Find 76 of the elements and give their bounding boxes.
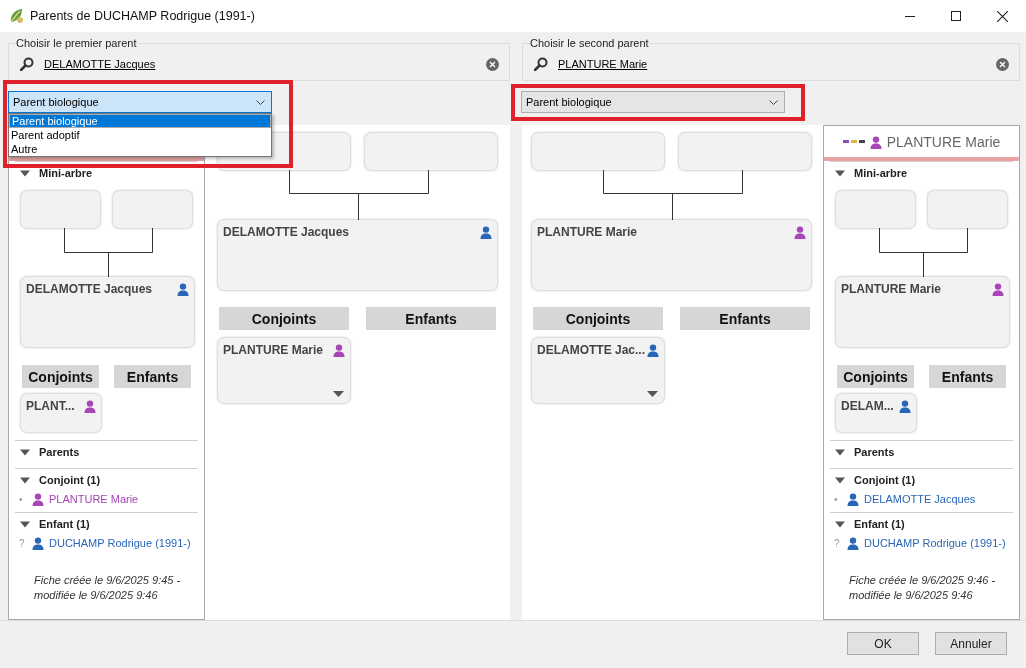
clear-icon[interactable] bbox=[996, 57, 1009, 71]
tree-tab-button[interactable]: Enfants bbox=[680, 307, 810, 330]
tree-tab-button[interactable]: Enfants bbox=[929, 365, 1006, 388]
chevron-down-icon bbox=[769, 99, 778, 105]
section-title[interactable]: Parents bbox=[39, 446, 80, 458]
section-title[interactable]: Conjoint (1) bbox=[854, 474, 916, 486]
picker-label: Choisir le premier parent bbox=[16, 37, 137, 49]
dropdown-option[interactable]: Parent biologique bbox=[9, 114, 271, 128]
card-title: PLANTURE Marie bbox=[886, 133, 1001, 150]
person-name: DELAMOTTE Jacques bbox=[26, 282, 154, 296]
caret-icon[interactable] bbox=[647, 391, 658, 397]
person-card[interactable]: PLANTURE Marie bbox=[836, 277, 1009, 347]
marker: ? bbox=[18, 537, 26, 549]
section-title[interactable]: Mini-arbre bbox=[854, 167, 908, 179]
person-link[interactable]: DUCHAMP Rodrigue (1991-) bbox=[49, 537, 191, 549]
person-link[interactable]: DELAMOTTE Jacques bbox=[864, 493, 976, 505]
collapse-triangle-icon[interactable] bbox=[20, 476, 30, 484]
collapse-triangle-icon[interactable] bbox=[835, 448, 845, 456]
person-link[interactable]: DUCHAMP Rodrigue (1991-) bbox=[864, 537, 1006, 549]
tree-tab-button[interactable]: Conjoints bbox=[219, 307, 349, 330]
picker-label: Choisir le second parent bbox=[530, 37, 649, 49]
person-name: PLANT... bbox=[26, 399, 76, 413]
marker: • bbox=[18, 493, 24, 505]
collapse-triangle-icon[interactable] bbox=[20, 169, 30, 177]
marker: ? bbox=[833, 537, 841, 549]
relation-dropdown[interactable]: Parent biologique bbox=[521, 91, 785, 113]
tree-tab-button[interactable]: Conjoints bbox=[22, 365, 99, 388]
section-title[interactable]: Conjoint (1) bbox=[39, 474, 101, 486]
person-card[interactable]: PLANTURE Marie bbox=[218, 338, 350, 403]
record-footnote: Fiche créée le 9/6/2025 9:45 - modifiée le 9/6/2025 9:46 bbox=[34, 573, 182, 603]
person-link[interactable]: PLANTURE Marie bbox=[558, 58, 996, 70]
person-card[interactable]: DELAMOTTE Jacques bbox=[21, 277, 194, 347]
person-card[interactable]: DELAM... bbox=[836, 394, 916, 432]
search-icon[interactable] bbox=[534, 57, 548, 71]
chevron-down-icon bbox=[256, 99, 265, 105]
window-title: Parents de DUCHAMP Rodrigue (1991-) bbox=[30, 9, 256, 23]
color-dashes-icon bbox=[842, 140, 865, 143]
tree-tab-button[interactable]: Enfants bbox=[366, 307, 496, 330]
collapse-triangle-icon[interactable] bbox=[835, 169, 845, 177]
dialog-button[interactable]: Annuler bbox=[935, 632, 1007, 655]
app-logo-icon bbox=[9, 8, 24, 24]
collapse-triangle-icon[interactable] bbox=[20, 520, 30, 528]
person-card[interactable]: PLANT... bbox=[21, 394, 101, 432]
clear-icon[interactable] bbox=[486, 57, 499, 71]
section-title[interactable]: Parents bbox=[854, 446, 895, 458]
section-title[interactable]: Mini-arbre bbox=[39, 167, 93, 179]
section-title[interactable]: Enfant (1) bbox=[39, 518, 90, 530]
person-name: DELAM... bbox=[841, 399, 895, 413]
person-link[interactable]: DELAMOTTE Jacques bbox=[44, 58, 486, 70]
person-name: PLANTURE Marie bbox=[537, 225, 638, 239]
person-card[interactable]: DELAMOTTE Jacques bbox=[218, 220, 497, 290]
tree-tab-button[interactable]: Enfants bbox=[114, 365, 191, 388]
dialog-button[interactable]: OK bbox=[847, 632, 919, 655]
person-link[interactable]: PLANTURE Marie bbox=[49, 493, 139, 505]
tree-tab-button[interactable]: Conjoints bbox=[533, 307, 663, 330]
dropdown-option[interactable]: Autre bbox=[9, 142, 271, 156]
caret-icon[interactable] bbox=[333, 391, 344, 397]
collapse-triangle-icon[interactable] bbox=[20, 448, 30, 456]
dropdown-option[interactable]: Parent adoptif bbox=[9, 128, 271, 142]
person-name: PLANTURE Marie bbox=[223, 343, 324, 357]
relation-dropdown[interactable]: Parent biologique bbox=[8, 91, 272, 113]
tree-tab-button[interactable]: Conjoints bbox=[837, 365, 914, 388]
search-icon[interactable] bbox=[20, 57, 34, 71]
close-icon[interactable] bbox=[996, 10, 1008, 22]
marker: • bbox=[833, 493, 839, 505]
record-footnote: Fiche créée le 9/6/2025 9:46 - modifiée le 9/6/2025 9:46 bbox=[849, 573, 997, 603]
collapse-triangle-icon[interactable] bbox=[835, 520, 845, 528]
section-title[interactable]: Enfant (1) bbox=[854, 518, 905, 530]
collapse-triangle-icon[interactable] bbox=[835, 476, 845, 484]
person-card[interactable]: PLANTURE Marie bbox=[532, 220, 811, 290]
minimize-icon[interactable] bbox=[905, 15, 915, 17]
maximize-icon[interactable] bbox=[951, 11, 961, 21]
person-card[interactable]: DELAMOTTE Jac... bbox=[532, 338, 664, 403]
person-name: DELAMOTTE Jacques bbox=[223, 225, 351, 239]
person-name: DELAMOTTE Jac... bbox=[537, 343, 646, 357]
person-name: PLANTURE Marie bbox=[841, 282, 942, 296]
